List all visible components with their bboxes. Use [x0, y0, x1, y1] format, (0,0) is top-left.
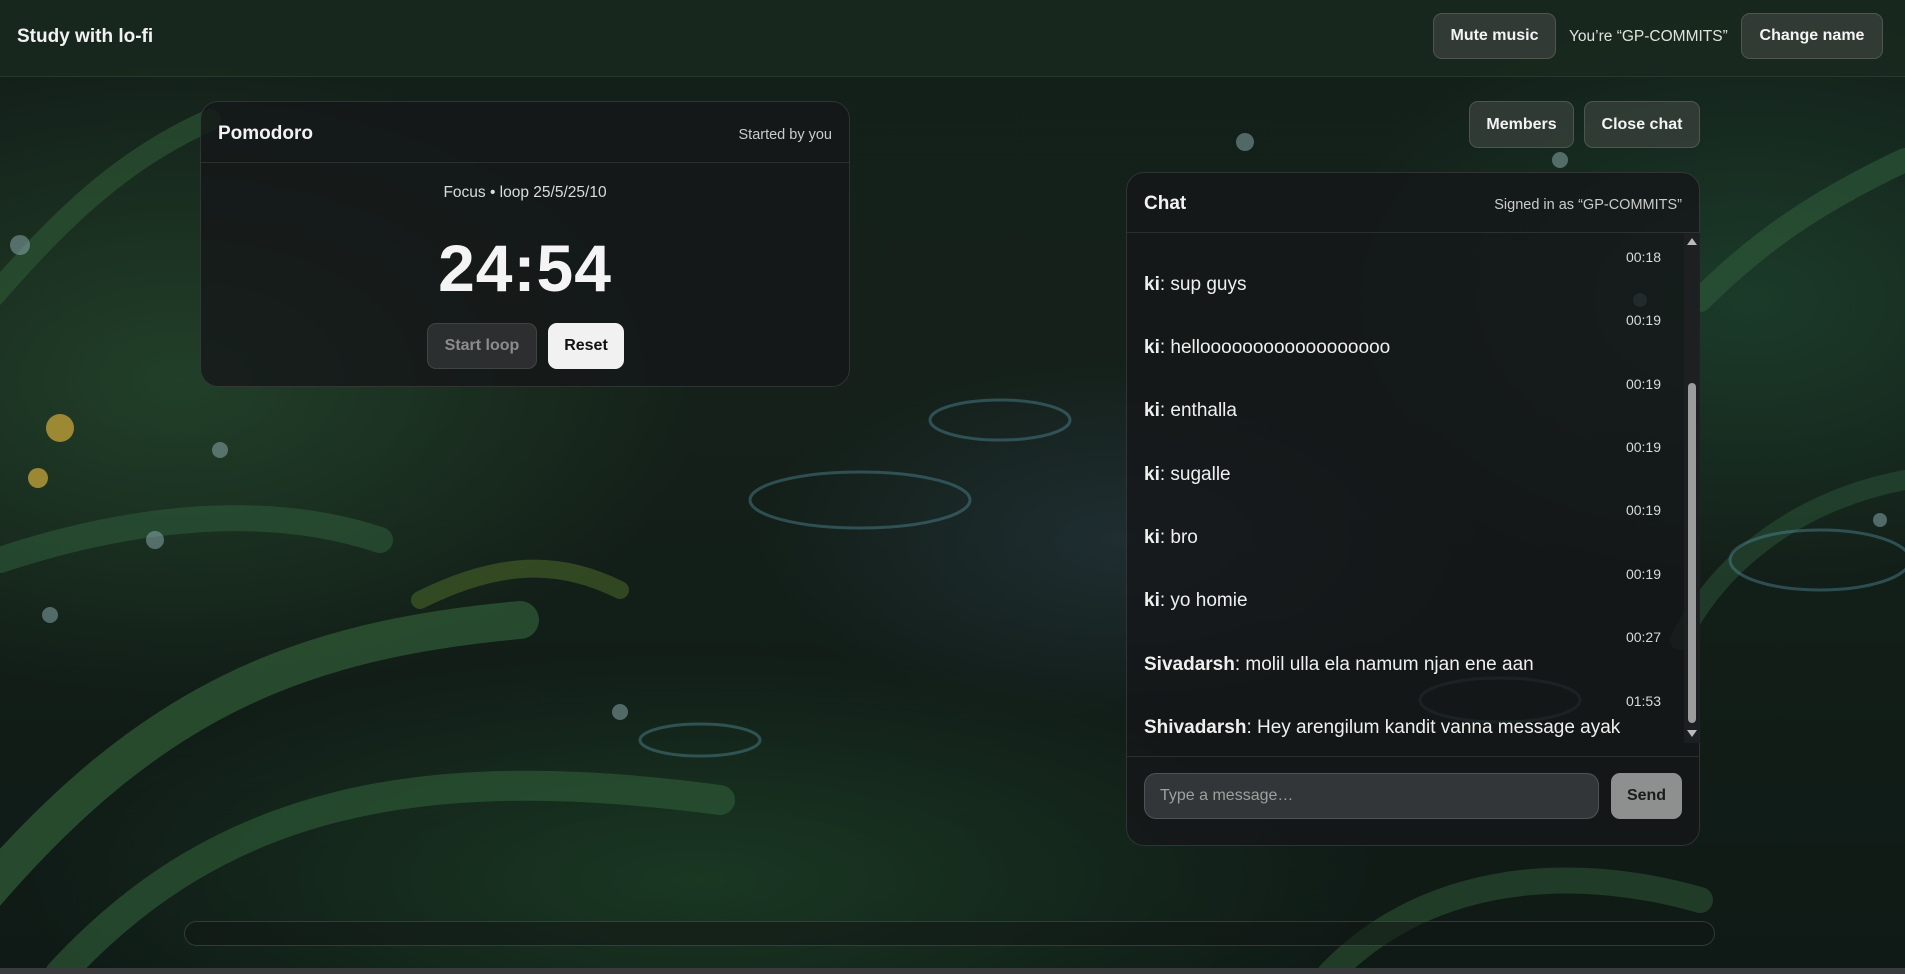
- chat-message-list[interactable]: 00:18 ki: sup guys 00:19 ki: hellooooooo…: [1127, 233, 1682, 743]
- message-time: 00:19: [1625, 502, 1661, 518]
- message-time: 01:53: [1625, 693, 1661, 709]
- message-author: Shivadarsh: [1144, 717, 1247, 738]
- message-body: : bro: [1159, 527, 1198, 548]
- scroll-down-arrow-icon[interactable]: [1687, 730, 1697, 737]
- signed-in-label: Signed in as “GP-COMMITS”: [1494, 197, 1682, 213]
- mute-music-button[interactable]: Mute music: [1433, 13, 1556, 59]
- message-text: ki: yo homie: [1144, 590, 1248, 612]
- pomodoro-mode: Focus • loop 25/5/25/10: [443, 184, 607, 201]
- message-text: ki: enthalla: [1144, 400, 1237, 422]
- chat-scrollbar[interactable]: [1684, 233, 1700, 743]
- top-bar: Study with lo-fi Mute music You’re “GP-C…: [0, 0, 1905, 77]
- message-author: ki: [1144, 464, 1160, 485]
- pomodoro-panel: Pomodoro Started by you Focus • loop 25/…: [200, 101, 850, 387]
- message-body: : sup guys: [1159, 274, 1247, 295]
- send-button[interactable]: Send: [1611, 773, 1682, 819]
- message-body: : helloooooooooooooooooo: [1159, 337, 1391, 358]
- message-time: 00:19: [1625, 312, 1661, 328]
- start-loop-button[interactable]: Start loop: [427, 323, 537, 369]
- scroll-up-arrow-icon[interactable]: [1687, 238, 1697, 245]
- message-author: ki: [1144, 337, 1160, 358]
- message-text: ki: sugalle: [1144, 464, 1231, 486]
- message-input[interactable]: [1144, 773, 1599, 819]
- message-time: 00:19: [1625, 439, 1661, 455]
- message-body: : enthalla: [1159, 400, 1237, 421]
- message-text: ki: bro: [1144, 527, 1198, 549]
- scrollbar-thumb[interactable]: [1688, 383, 1696, 723]
- message-time: 00:19: [1625, 566, 1661, 582]
- pomodoro-header: Pomodoro Started by you: [201, 102, 849, 163]
- message-text: Shivadarsh: Hey arengilum kandit vanna m…: [1144, 717, 1620, 739]
- window-bottom-edge: [0, 968, 1905, 974]
- members-button[interactable]: Members: [1469, 101, 1574, 148]
- chat-title: Chat: [1144, 193, 1187, 214]
- app-title: Study with lo-fi: [17, 26, 154, 47]
- started-by-label: Started by you: [738, 127, 833, 143]
- message-author: ki: [1144, 527, 1160, 548]
- message-author: ki: [1144, 590, 1160, 611]
- chat-composer: Send: [1127, 756, 1699, 842]
- pomodoro-title: Pomodoro: [218, 123, 313, 144]
- pomodoro-timer: 24:54: [438, 231, 612, 305]
- close-chat-button[interactable]: Close chat: [1584, 101, 1700, 148]
- message-body: : molil ulla ela namum njan ene aan: [1234, 654, 1534, 675]
- change-name-button[interactable]: Change name: [1741, 13, 1883, 59]
- message-time: 00:18: [1625, 249, 1661, 265]
- message-text: ki: helloooooooooooooooooo: [1144, 337, 1390, 359]
- message-text: ki: sup guys: [1144, 274, 1246, 296]
- message-body: : yo homie: [1159, 590, 1248, 611]
- message-body: : sugalle: [1159, 464, 1231, 485]
- chat-header: Chat Signed in as “GP-COMMITS”: [1127, 173, 1699, 233]
- chat-panel: Chat Signed in as “GP-COMMITS” 00:18 ki:…: [1126, 172, 1700, 846]
- message-time: 00:19: [1625, 376, 1661, 392]
- message-text: Sivadarsh: molil ulla ela namum njan ene…: [1144, 654, 1534, 676]
- reset-button[interactable]: Reset: [548, 323, 624, 369]
- bottom-bar: [184, 921, 1715, 946]
- message-time: 00:27: [1625, 629, 1661, 645]
- current-user-label: You’re “GP-COMMITS”: [1569, 28, 1728, 45]
- message-body: : Hey arengilum kandit vanna message aya…: [1246, 717, 1621, 738]
- message-author: ki: [1144, 400, 1160, 421]
- message-author: Sivadarsh: [1144, 654, 1235, 675]
- message-author: ki: [1144, 274, 1160, 295]
